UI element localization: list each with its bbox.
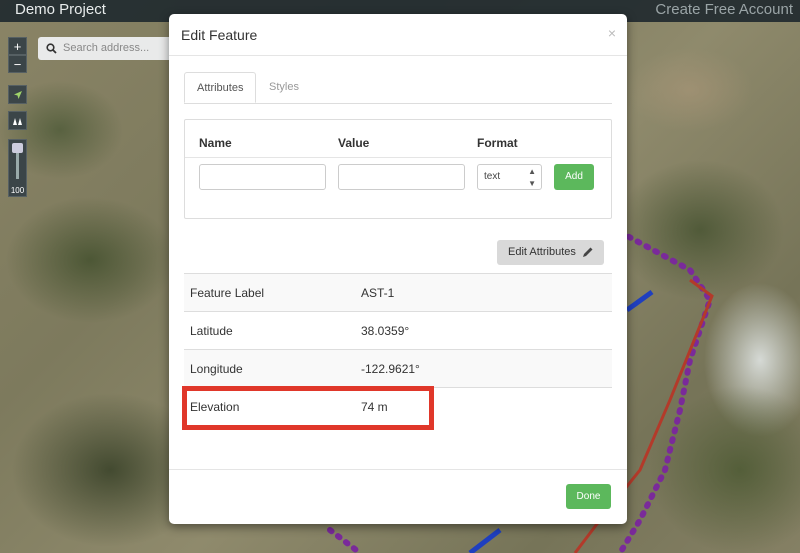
- select-arrows-icon: ▲ ▼: [528, 167, 536, 188]
- property-key: Longitude: [190, 362, 243, 376]
- blue-route-right: [625, 289, 654, 313]
- table-row: Feature Label AST-1: [184, 273, 612, 311]
- table-row: Latitude 38.0359°: [184, 311, 612, 349]
- property-key: Latitude: [190, 324, 233, 338]
- add-attribute-panel: Name Value Format text ▲ ▼ Add: [184, 119, 612, 219]
- project-title[interactable]: Demo Project: [15, 1, 106, 18]
- search-icon: [46, 43, 57, 54]
- value-column-header: Value: [338, 136, 370, 150]
- opacity-value: 100: [10, 186, 25, 195]
- zoom-in-button[interactable]: +: [8, 37, 27, 55]
- modal-title: Edit Feature: [181, 27, 258, 43]
- attribute-name-input[interactable]: [199, 164, 326, 190]
- purple-dotted-route: [617, 229, 714, 553]
- attribute-value-input[interactable]: [338, 164, 465, 190]
- divider: [185, 157, 611, 158]
- property-key: Feature Label: [190, 286, 265, 300]
- property-value: -122.9621°: [361, 362, 420, 376]
- modal-header: Edit Feature ×: [169, 14, 627, 56]
- elevation-highlight-box: [182, 386, 434, 430]
- property-value: 38.0359°: [361, 324, 410, 338]
- zoom-out-button[interactable]: −: [8, 55, 27, 73]
- done-button[interactable]: Done: [566, 484, 611, 509]
- add-attribute-button[interactable]: Add: [554, 164, 594, 190]
- tab-attributes[interactable]: Attributes: [184, 72, 256, 103]
- format-selected-value: text: [484, 171, 501, 182]
- zoom-control: + −: [8, 37, 27, 73]
- blue-route-bottom: [468, 528, 502, 553]
- slider-knob[interactable]: [12, 143, 23, 153]
- property-value: AST-1: [361, 286, 395, 300]
- purple-route-bottom: [327, 527, 363, 553]
- pencil-icon: [583, 247, 593, 257]
- edit-feature-modal: Edit Feature × Attributes Styles Name Va…: [169, 14, 627, 524]
- search-placeholder: Search address...: [63, 42, 150, 54]
- create-account-link[interactable]: Create Free Account: [655, 1, 793, 18]
- edit-attributes-label: Edit Attributes: [508, 246, 576, 258]
- modal-tabs: Attributes Styles: [184, 72, 612, 104]
- map-layers-icon: [13, 117, 22, 125]
- locate-arrow-icon: [13, 90, 22, 99]
- format-select[interactable]: text ▲ ▼: [477, 164, 542, 190]
- format-column-header: Format: [477, 136, 518, 150]
- map-layers-button[interactable]: [8, 111, 27, 130]
- locate-button[interactable]: [8, 85, 27, 104]
- opacity-slider[interactable]: 100: [8, 139, 27, 197]
- edit-attributes-button[interactable]: Edit Attributes: [497, 240, 604, 265]
- close-icon[interactable]: ×: [608, 25, 616, 41]
- name-column-header: Name: [199, 136, 232, 150]
- table-row: Longitude -122.9621°: [184, 349, 612, 387]
- tab-styles[interactable]: Styles: [257, 72, 311, 103]
- modal-footer-divider: [169, 469, 627, 470]
- address-search-input[interactable]: Search address...: [38, 37, 178, 60]
